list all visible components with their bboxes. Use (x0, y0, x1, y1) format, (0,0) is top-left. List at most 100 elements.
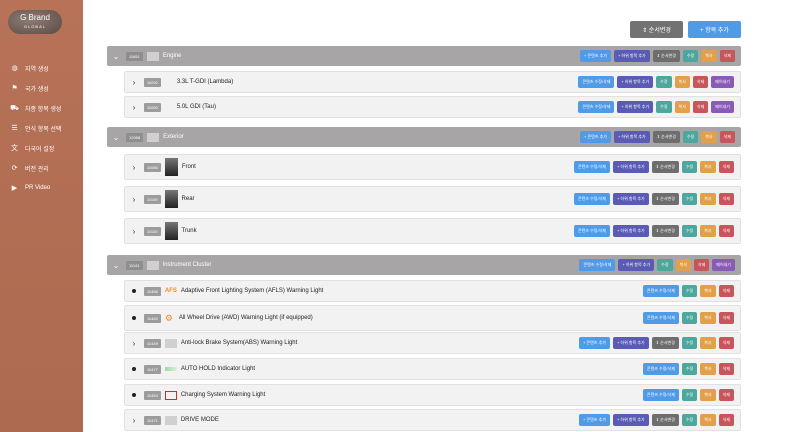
content-edit-button[interactable]: 콘텐츠 수정/삭제 (578, 76, 615, 88)
copy-button[interactable]: 복사 (700, 225, 716, 237)
sidebar-item-select[interactable]: ☰ 언식 항목 선택 (10, 118, 61, 138)
edit-button[interactable]: 수정 (681, 337, 698, 349)
sidebar-item-version[interactable]: ⟳ 버전 관리 (10, 158, 61, 178)
add-content-button[interactable]: + 콘텐츠 추가 (578, 337, 610, 349)
list-item[interactable]: › 11109 Rear 콘텐츠 수정/삭제 + 하위 항목 추가 ⇕ 순서변경… (124, 186, 741, 212)
add-content-button[interactable]: + 콘텐츠 추가 (578, 414, 610, 426)
list-item[interactable]: 11466 AFS Adaptive Front Lighting System… (124, 280, 741, 302)
copy-button[interactable]: 복사 (674, 101, 690, 113)
delete-button[interactable]: 삭제 (718, 225, 734, 237)
reorder-button[interactable]: ⇕ 순서변경 (651, 161, 679, 173)
sidebar-item-region[interactable]: ◍ 지역 생성 (10, 58, 61, 78)
delete-button[interactable]: 삭제 (692, 101, 709, 113)
reorder-button[interactable]: ⇕ 순서변경 (630, 21, 683, 38)
list-item[interactable]: › 11080 Front 콘텐츠 수정/삭제 + 하위 항목 추가 ⇕ 순서변… (124, 154, 741, 180)
delete-button[interactable]: 삭제 (718, 414, 734, 426)
content-edit-button[interactable]: 콘텐츠 수정/삭제 (573, 225, 610, 237)
content-edit-button[interactable]: 콘텐츠 수정/삭제 (579, 259, 616, 271)
list-item[interactable]: › 11120 Trunk 콘텐츠 수정/삭제 + 하위 항목 추가 ⇕ 순서변… (124, 218, 741, 244)
copy-button[interactable]: 복사 (700, 193, 716, 205)
add-content-button[interactable]: + 콘텐츠 추가 (579, 131, 611, 143)
list-item[interactable]: › 11060 5.0L GDI (Tau) 콘텐츠 수정/삭제 + 하위 항목… (124, 96, 741, 118)
edit-button[interactable]: 수정 (681, 225, 698, 237)
content-edit-button[interactable]: 콘텐츠 수정/삭제 (573, 161, 610, 173)
delete-button[interactable]: 삭제 (719, 131, 735, 143)
delete-button[interactable]: 삭제 (718, 337, 734, 349)
copy-button[interactable]: 복사 (700, 161, 716, 173)
copy-button[interactable]: 복사 (700, 285, 716, 297)
delete-button[interactable]: 삭제 (718, 312, 734, 324)
copy-button[interactable]: 복사 (700, 363, 716, 375)
content-edit-button[interactable]: 콘텐츠 수정/삭제 (573, 193, 610, 205)
sidebar-item-video[interactable]: ▶ PR Video (10, 178, 61, 198)
reorder-button[interactable]: ⇕ 순서변경 (651, 414, 679, 426)
reorder-button[interactable]: ⇕ 순서변경 (652, 131, 680, 143)
add-subitem-button[interactable]: + 하위 항목 추가 (618, 259, 655, 271)
delete-button[interactable]: 삭제 (693, 259, 710, 271)
edit-button[interactable]: 수정 (681, 193, 698, 205)
add-subitem-button[interactable]: + 하위 항목 추가 (612, 414, 649, 426)
list-item[interactable]: › 11471 DRIVE MODE + 콘텐츠 추가 + 하위 항목 추가 ⇕… (124, 409, 741, 431)
brand-logo[interactable]: G Brand GLOBAL (8, 10, 62, 34)
list-item[interactable]: › 11449 Anti-lock Brake System(ABS) Warn… (124, 332, 741, 354)
detach-button[interactable]: 떼어내기 (712, 259, 735, 271)
edit-button[interactable]: 수정 (681, 414, 698, 426)
chevron-right-icon[interactable]: › (129, 195, 139, 204)
delete-button[interactable]: 삭제 (718, 285, 734, 297)
delete-button[interactable]: 삭제 (719, 50, 735, 62)
delete-button[interactable]: 삭제 (718, 363, 734, 375)
copy-button[interactable]: 복사 (700, 312, 716, 324)
edit-button[interactable]: 수정 (656, 101, 672, 113)
sidebar-item-language[interactable]: 文 다국어 설정 (10, 138, 61, 158)
detach-button[interactable]: 떼어내기 (711, 76, 734, 88)
chevron-right-icon[interactable]: › (129, 416, 139, 425)
content-edit-button[interactable]: 콘텐츠 수정/삭제 (642, 389, 679, 401)
edit-button[interactable]: 수정 (682, 50, 699, 62)
chevron-right-icon[interactable]: › (129, 227, 139, 236)
group-engine[interactable]: ⌄ 11651 Engine + 콘텐츠 추가 + 하위 항목 추가 ⇕ 순서변… (107, 46, 741, 66)
add-subitem-button[interactable]: + 하위 항목 추가 (617, 76, 654, 88)
add-content-button[interactable]: + 콘텐츠 추가 (579, 50, 611, 62)
edit-button[interactable]: 수정 (681, 389, 698, 401)
list-item[interactable]: 11477 AUTO HOLD Indicator Light 콘텐츠 수정/삭… (124, 358, 741, 380)
edit-button[interactable]: 수정 (682, 131, 699, 143)
reorder-button[interactable]: ⇕ 순서변경 (651, 337, 679, 349)
add-subitem-button[interactable]: + 하위 항목 추가 (613, 131, 650, 143)
edit-button[interactable]: 수정 (681, 285, 698, 297)
add-subitem-button[interactable]: + 하위 항목 추가 (612, 193, 649, 205)
add-subitem-button[interactable]: + 하위 항목 추가 (612, 337, 649, 349)
group-instrument-cluster[interactable]: ⌄ 11141 Instrument Cluster 콘텐츠 수정/삭제 + 하… (107, 255, 741, 275)
copy-button[interactable]: 복사 (700, 389, 716, 401)
chevron-right-icon[interactable]: › (129, 78, 139, 87)
copy-button[interactable]: 복사 (675, 259, 691, 271)
chevron-right-icon[interactable]: › (129, 163, 139, 172)
content-edit-button[interactable]: 콘텐츠 수정/삭제 (642, 285, 679, 297)
delete-button[interactable]: 삭제 (718, 193, 734, 205)
add-subitem-button[interactable]: + 하위 항목 추가 (612, 161, 649, 173)
copy-button[interactable]: 복사 (700, 337, 716, 349)
reorder-button[interactable]: ⇕ 순서변경 (652, 50, 680, 62)
reorder-button[interactable]: ⇕ 순서변경 (651, 193, 679, 205)
edit-button[interactable]: 수정 (681, 161, 698, 173)
list-item[interactable]: 11454 Charging System Warning Light 콘텐츠 … (124, 384, 741, 406)
chevron-right-icon[interactable]: › (129, 103, 139, 112)
list-item[interactable]: › 11092 3.3L T-GDI (Lambda) 콘텐츠 수정/삭제 + … (124, 71, 741, 93)
content-edit-button[interactable]: 콘텐츠 수정/삭제 (642, 312, 679, 324)
copy-button[interactable]: 복사 (700, 414, 716, 426)
add-item-button[interactable]: + 항목 추가 (688, 21, 741, 38)
delete-button[interactable]: 삭제 (718, 161, 734, 173)
sidebar-item-country[interactable]: ⚑ 국가 생성 (10, 78, 61, 98)
detach-button[interactable]: 떼어내기 (711, 101, 734, 113)
copy-button[interactable]: 복사 (674, 76, 690, 88)
chevron-down-icon[interactable]: ⌄ (111, 261, 121, 270)
content-edit-button[interactable]: 콘텐츠 수정/삭제 (642, 363, 679, 375)
copy-button[interactable]: 복사 (701, 50, 717, 62)
sidebar-item-vehicle[interactable]: ⛟ 차종 항목 생성 (10, 98, 61, 118)
add-subitem-button[interactable]: + 하위 항목 추가 (613, 50, 650, 62)
chevron-down-icon[interactable]: ⌄ (111, 52, 121, 61)
delete-button[interactable]: 삭제 (718, 389, 734, 401)
reorder-button[interactable]: ⇕ 순서변경 (651, 225, 679, 237)
add-subitem-button[interactable]: + 하위 항목 추가 (617, 101, 654, 113)
chevron-down-icon[interactable]: ⌄ (111, 133, 121, 142)
list-item[interactable]: 11462 ⚙ All Wheel Drive (AWD) Warning Li… (124, 305, 741, 331)
